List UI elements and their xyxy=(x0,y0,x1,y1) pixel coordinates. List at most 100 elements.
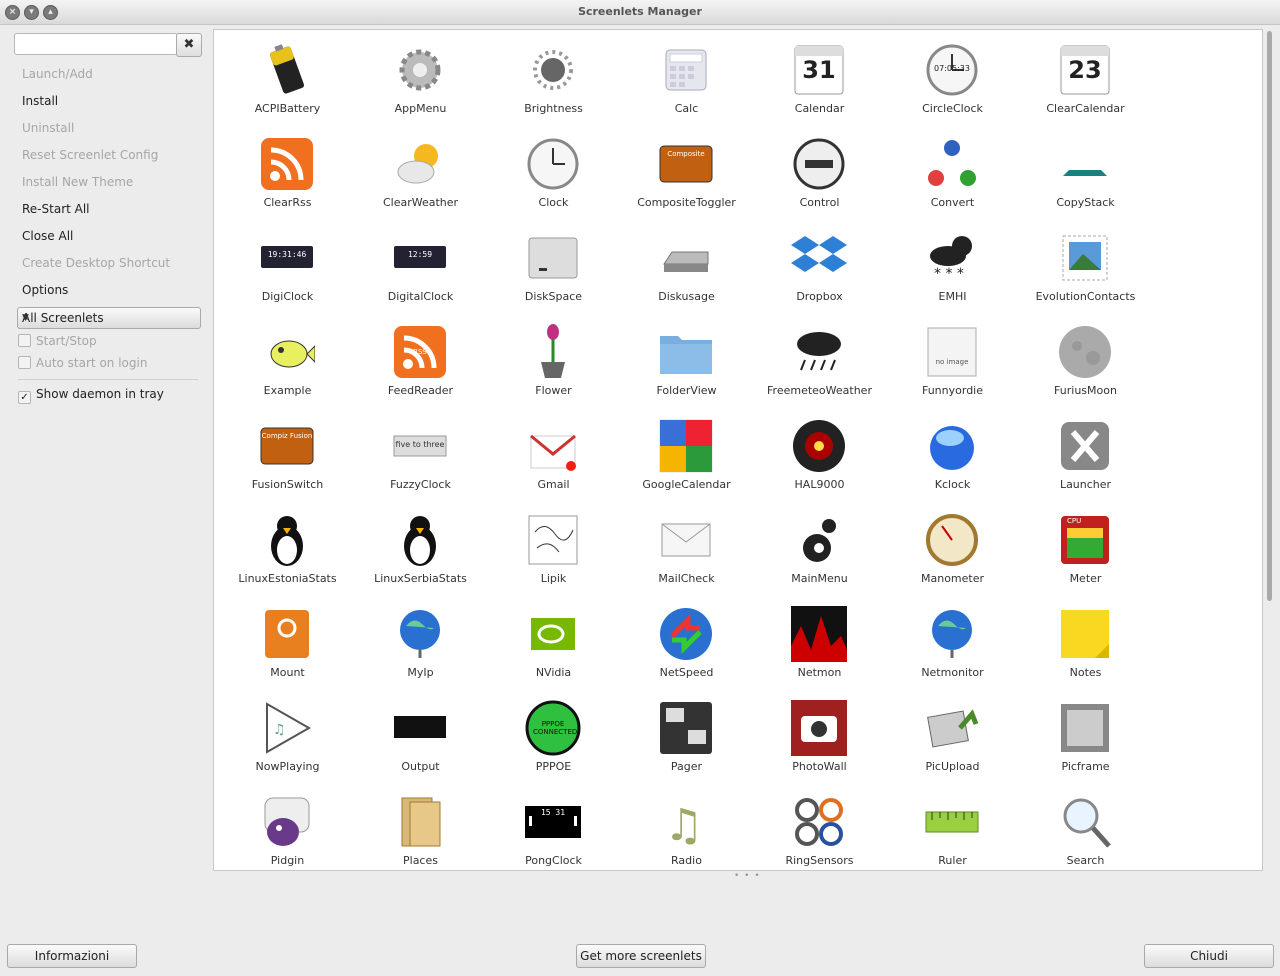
check-label: Start/Stop xyxy=(36,334,97,348)
screenlet-label: EMHI xyxy=(938,290,967,303)
menu-item-install-new-theme[interactable]: Install New Theme xyxy=(22,175,133,189)
screenlet-label: Places xyxy=(403,854,438,867)
screenlet-funnyordie[interactable]: no image Funnyordie xyxy=(886,312,1019,406)
screenlet-label: Pager xyxy=(670,760,703,773)
menu-item-launch-add[interactable]: Launch/Add xyxy=(22,67,93,81)
scrollbar-thumb[interactable] xyxy=(1267,31,1272,601)
screenlet-clearweather[interactable]: ClearWeather xyxy=(354,124,487,218)
get-more-button[interactable]: Get more screenlets xyxy=(576,944,706,968)
gmail-icon xyxy=(525,418,581,474)
screenlet-clearrss[interactable]: ClearRss xyxy=(221,124,354,218)
screenlet-places[interactable]: Places xyxy=(354,782,487,870)
screenlet-digitalclock[interactable]: 12:59 DigitalClock xyxy=(354,218,487,312)
screenlet-freemeteoweather[interactable]: FreemeteoWeather xyxy=(753,312,886,406)
screenlet-nvidia[interactable]: NVidia xyxy=(487,594,620,688)
screenlet-hal9000[interactable]: HAL9000 xyxy=(753,406,886,500)
screenlet-linuxserbiastats[interactable]: LinuxSerbiaStats xyxy=(354,500,487,594)
screenlet-flower[interactable]: Flower xyxy=(487,312,620,406)
screenlet-copystack[interactable]: CopyStack xyxy=(1019,124,1152,218)
screenlet-label: Netmon xyxy=(797,666,842,679)
screenlet-netmon[interactable]: Netmon xyxy=(753,594,886,688)
screenlet-evolutioncontacts[interactable]: EvolutionContacts xyxy=(1019,218,1152,312)
screenlet-clearcalendar[interactable]: 23 ClearCalendar xyxy=(1019,30,1152,124)
screenlet-label: Example xyxy=(263,384,312,397)
screenlet-convert[interactable]: Convert xyxy=(886,124,1019,218)
screenlet-netmonitor[interactable]: Netmonitor xyxy=(886,594,1019,688)
screenlet-mainmenu[interactable]: MainMenu xyxy=(753,500,886,594)
clear-search-button[interactable]: ✖ xyxy=(176,33,202,57)
menu-item-reset-screenlet-config[interactable]: Reset Screenlet Config xyxy=(22,148,158,162)
screenlet-nowplaying[interactable]: ♫ NowPlaying xyxy=(221,688,354,782)
screenlet-pppoe[interactable]: PPPOE CONNECTED PPPOE xyxy=(487,688,620,782)
search-input[interactable] xyxy=(14,33,178,55)
screenlet-diskusage[interactable]: Diskusage xyxy=(620,218,753,312)
rings-icon xyxy=(791,794,847,850)
screenlet-pongclock[interactable]: 15 31 PongClock xyxy=(487,782,620,870)
screenlet-myip[interactable]: MyIp xyxy=(354,594,487,688)
screenlet-ringsensors[interactable]: RingSensors xyxy=(753,782,886,870)
screenlet-circleclock[interactable]: 07:05:33 CircleClock xyxy=(886,30,1019,124)
screenlet-meter[interactable]: CPU Meter xyxy=(1019,500,1152,594)
screenlet-search[interactable]: Search xyxy=(1019,782,1152,870)
checkbox-icon[interactable] xyxy=(18,356,31,369)
screenlet-furiusmoon[interactable]: FuriusMoon xyxy=(1019,312,1152,406)
screenlet-appmenu[interactable]: AppMenu xyxy=(354,30,487,124)
screenlet-fusionswitch[interactable]: Compiz Fusion FusionSwitch xyxy=(221,406,354,500)
menu-item-close-all[interactable]: Close All xyxy=(22,229,73,243)
screenlet-kclock[interactable]: Kclock xyxy=(886,406,1019,500)
screenlet-fuzzyclock[interactable]: five to three FuzzyClock xyxy=(354,406,487,500)
check-show-daemon-in-tray[interactable]: ✓ Show daemon in tray xyxy=(18,387,164,404)
screenlet-label: MailCheck xyxy=(658,572,715,585)
screenlet-launcher[interactable]: Launcher xyxy=(1019,406,1152,500)
screenlet-example[interactable]: Example xyxy=(221,312,354,406)
menu-item-uninstall[interactable]: Uninstall xyxy=(22,121,74,135)
screenlet-googlecalendar[interactable]: GoogleCalendar xyxy=(620,406,753,500)
screenlet-label: Netmonitor xyxy=(921,666,984,679)
screenlet-folderview[interactable]: FolderView xyxy=(620,312,753,406)
screenlet-lipik[interactable]: Lipik xyxy=(487,500,620,594)
screenlet-picupload[interactable]: PicUpload xyxy=(886,688,1019,782)
checkmark-icon[interactable]: ✓ xyxy=(18,391,31,404)
screenlet-control[interactable]: Control xyxy=(753,124,886,218)
screenlet-diskspace[interactable]: DiskSpace xyxy=(487,218,620,312)
screenlet-picframe[interactable]: Picframe xyxy=(1019,688,1152,782)
screenlet-grid[interactable]: ACPIBattery AppMenu Brightness Calc 31 Calend… xyxy=(213,29,1263,871)
screenlet-mailcheck[interactable]: MailCheck xyxy=(620,500,753,594)
terminal-icon xyxy=(392,700,448,756)
screenlet-acpibattery[interactable]: ACPIBattery xyxy=(221,30,354,124)
close-button[interactable]: Chiudi xyxy=(1144,944,1274,968)
menu-item-options[interactable]: Options xyxy=(22,283,68,297)
screenlet-mount[interactable]: Mount xyxy=(221,594,354,688)
screenlet-radio[interactable]: ♫ Radio xyxy=(620,782,753,870)
screenlet-calc[interactable]: Calc xyxy=(620,30,753,124)
divider xyxy=(18,379,198,380)
scrollbar[interactable] xyxy=(1265,29,1275,869)
screenlet-ruler[interactable]: Ruler xyxy=(886,782,1019,870)
screenlet-dropbox[interactable]: Dropbox xyxy=(753,218,886,312)
screenlet-notes[interactable]: Notes xyxy=(1019,594,1152,688)
screenlet-digiclock[interactable]: 19:31:46 DigiClock xyxy=(221,218,354,312)
menu-item-re-start-all[interactable]: Re-Start All xyxy=(22,202,90,216)
screenlet-photowall[interactable]: PhotoWall xyxy=(753,688,886,782)
screenlet-gmail[interactable]: Gmail xyxy=(487,406,620,500)
check-auto-start-on-login[interactable]: Auto start on login xyxy=(18,356,147,370)
screenlet-netspeed[interactable]: NetSpeed xyxy=(620,594,753,688)
pane-grip[interactable]: • • • xyxy=(734,871,761,881)
filter-combo[interactable]: All Screenlets ▼ xyxy=(17,307,201,329)
info-button[interactable]: Informazioni xyxy=(7,944,137,968)
screenlet-pager[interactable]: Pager xyxy=(620,688,753,782)
screenlet-linuxestoniastats[interactable]: LinuxEstoniaStats xyxy=(221,500,354,594)
screenlet-brightness[interactable]: Brightness xyxy=(487,30,620,124)
check-start-stop[interactable]: Start/Stop xyxy=(18,334,97,348)
screenlet-clock[interactable]: Clock xyxy=(487,124,620,218)
screenlet-feedreader[interactable]: RSS FeedReader xyxy=(354,312,487,406)
screenlet-pidgin[interactable]: Pidgin xyxy=(221,782,354,870)
menu-item-install[interactable]: Install xyxy=(22,94,58,108)
screenlet-manometer[interactable]: Manometer xyxy=(886,500,1019,594)
screenlet-emhi[interactable]: * * * EMHI xyxy=(886,218,1019,312)
checkbox-icon[interactable] xyxy=(18,334,31,347)
menu-item-create-desktop-shortcut[interactable]: Create Desktop Shortcut xyxy=(22,256,170,270)
screenlet-compositetoggler[interactable]: Composite CompositeToggler xyxy=(620,124,753,218)
screenlet-calendar[interactable]: 31 Calendar xyxy=(753,30,886,124)
screenlet-output[interactable]: Output xyxy=(354,688,487,782)
